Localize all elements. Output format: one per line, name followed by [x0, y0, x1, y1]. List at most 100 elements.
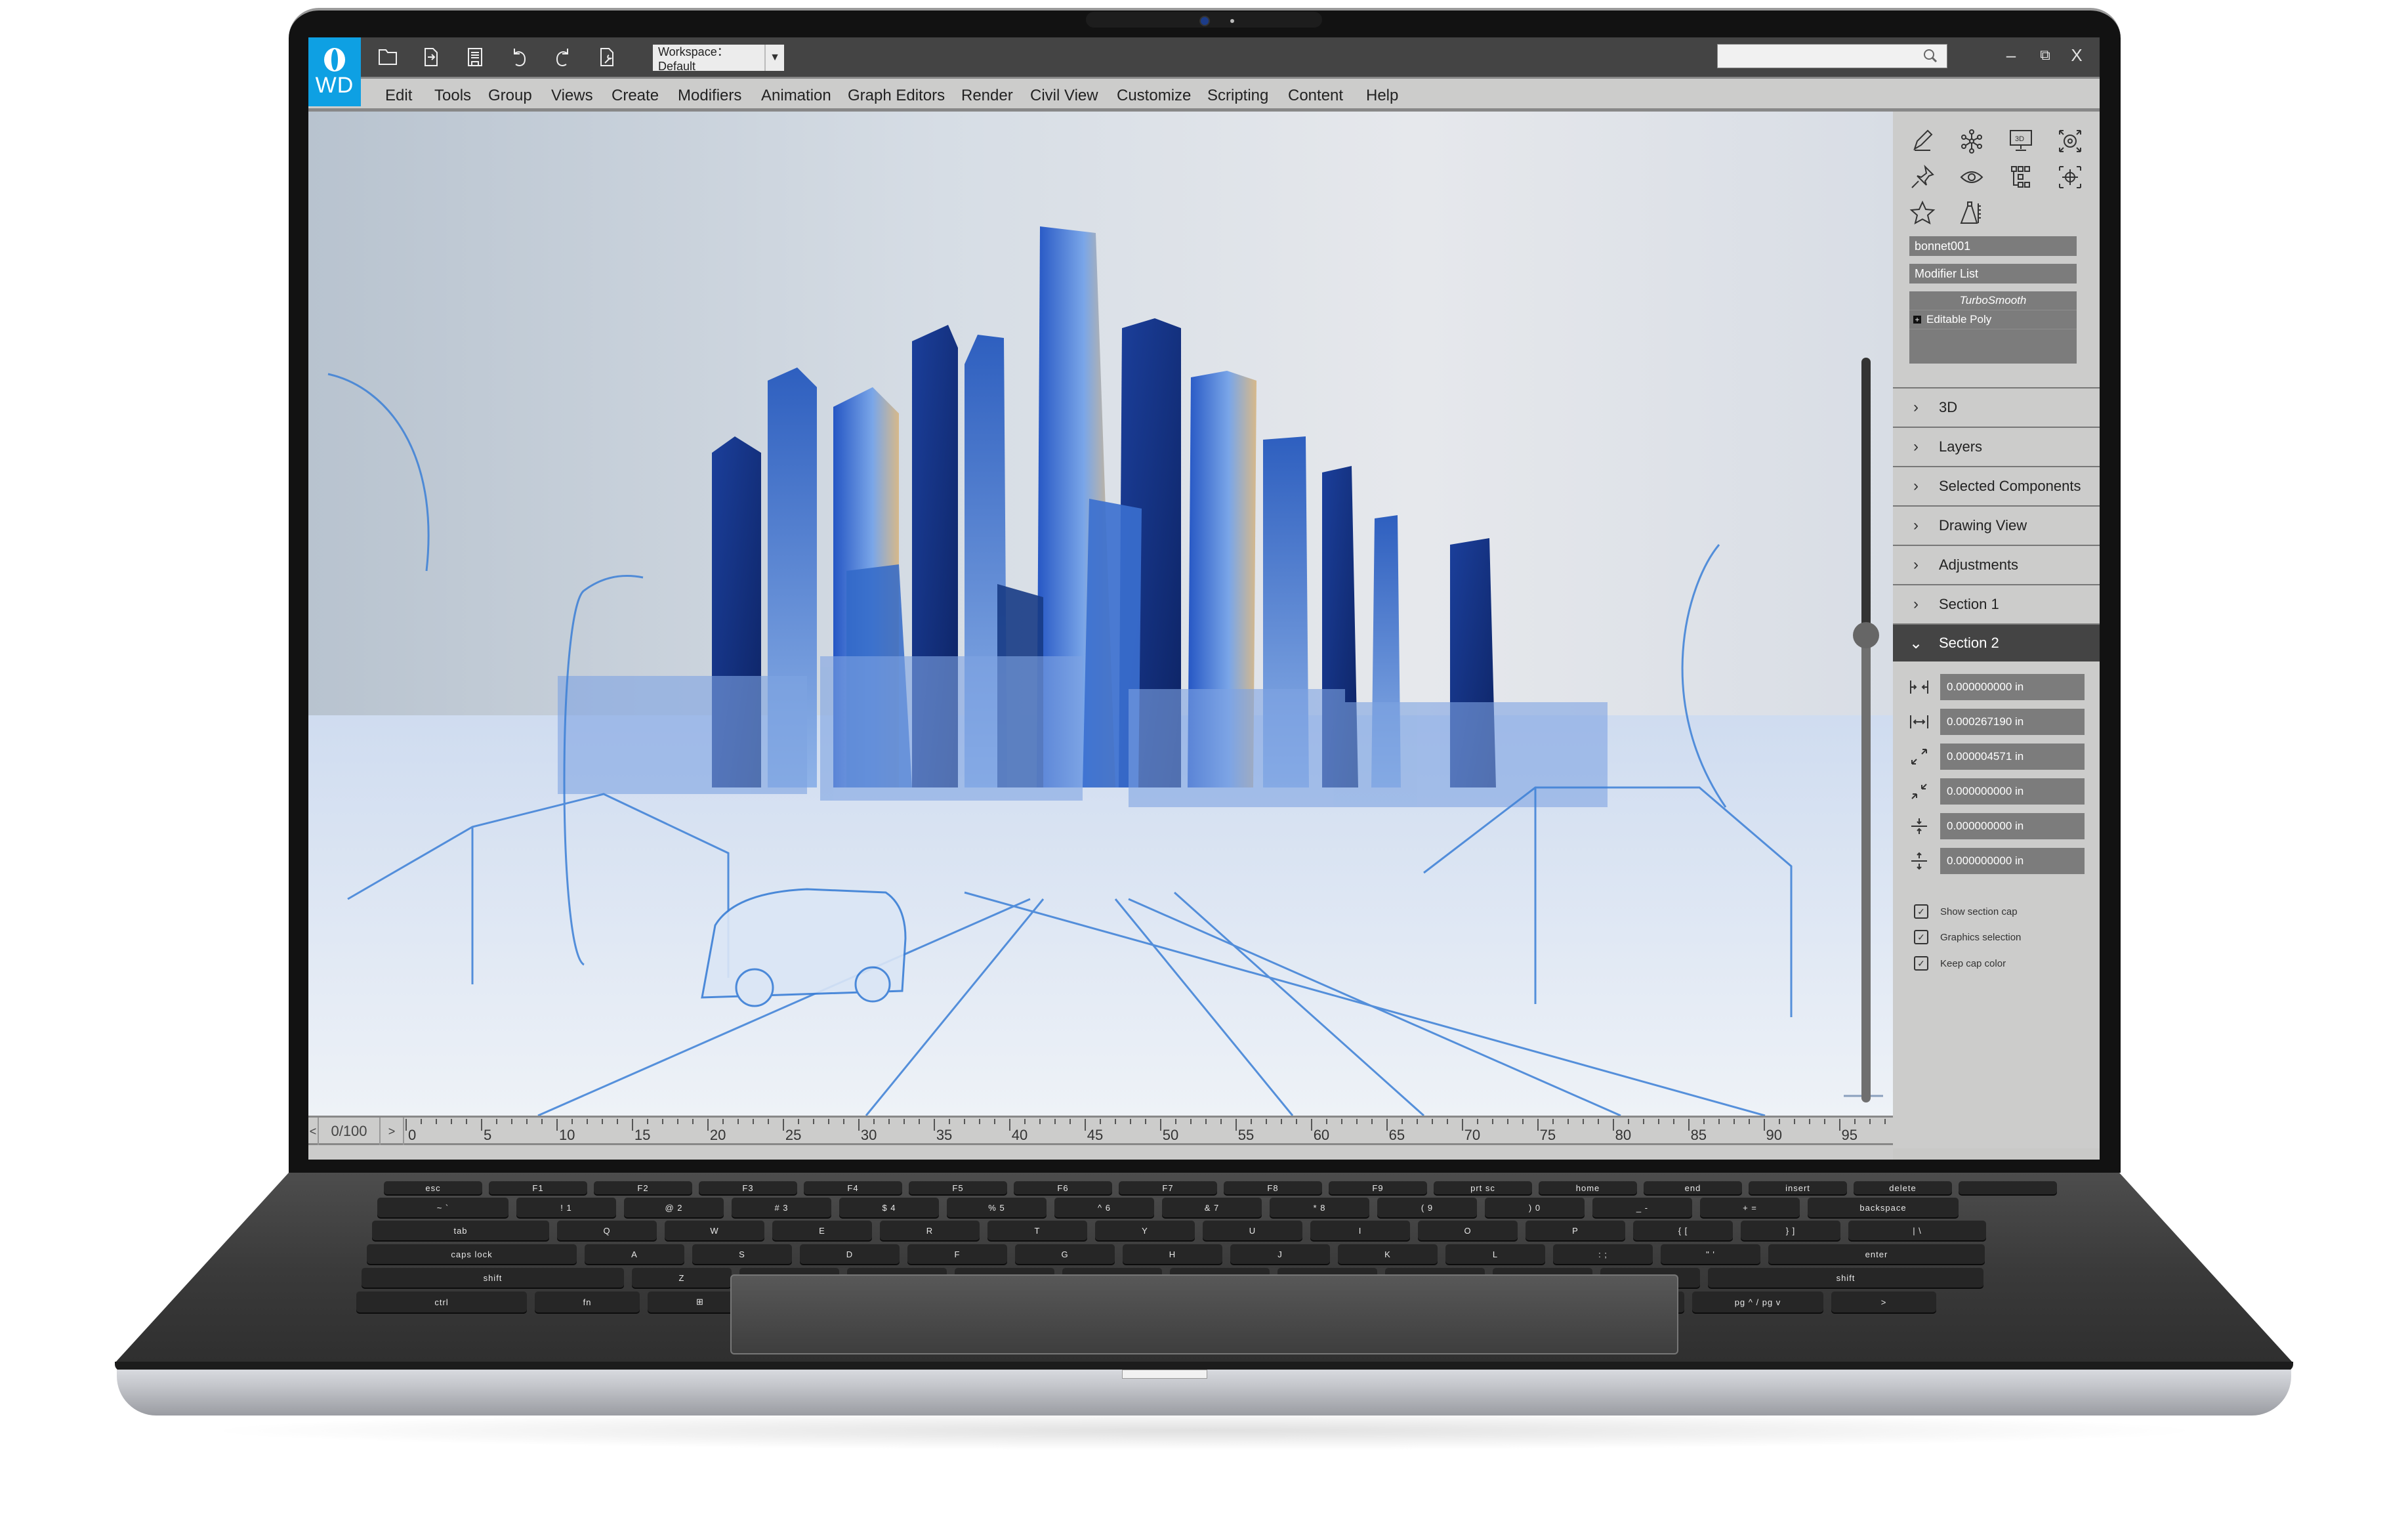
keyboard-key[interactable]: { [ [1633, 1221, 1733, 1240]
checkbox-checked-icon[interactable]: ✓ [1914, 956, 1928, 971]
menu-help[interactable]: Help [1366, 87, 1398, 105]
section-collapse-field[interactable]: 0.000000000 in [1940, 778, 2085, 805]
keyboard-key[interactable]: > [1831, 1291, 1936, 1312]
keyboard-key[interactable]: U [1203, 1221, 1302, 1240]
keyboard-key[interactable]: | \ [1848, 1221, 1986, 1240]
keyboard-key[interactable]: pg ^ / pg v [1692, 1291, 1823, 1312]
menu-views[interactable]: Views [551, 87, 593, 105]
keyboard-key[interactable]: delete [1854, 1181, 1952, 1194]
keyboard-key[interactable]: & 7 [1162, 1198, 1262, 1217]
checkbox-graphics-selection[interactable]: ✓ Graphics selection [1914, 930, 2021, 944]
viewport-scrollbar-track-lower[interactable] [1861, 637, 1871, 1102]
keyboard-key[interactable]: prt sc [1434, 1181, 1532, 1194]
menu-graph-editors[interactable]: Graph Editors [848, 87, 945, 105]
keyboard-key[interactable]: shift [362, 1268, 624, 1288]
keyboard-key[interactable]: ) 0 [1485, 1198, 1585, 1217]
star-icon[interactable] [1909, 199, 1936, 226]
workspace-dropdown[interactable]: Workspace：Default ▼ [653, 45, 784, 73]
keyboard-key[interactable]: O [1418, 1221, 1518, 1240]
modifier-turbosmooth[interactable]: TurboSmooth [1909, 291, 2077, 310]
search-input[interactable] [1717, 44, 1947, 68]
keyboard-key[interactable]: F1 [489, 1181, 587, 1194]
accordion-layers[interactable]: › Layers [1893, 427, 2100, 466]
expand-plus-icon[interactable]: + [1913, 316, 1921, 324]
3d-monitor-icon[interactable]: 3D [2008, 128, 2034, 154]
chevron-down-icon[interactable]: ▼ [764, 45, 784, 71]
keyboard-key[interactable]: ( 9 [1377, 1198, 1477, 1217]
menu-tools[interactable]: Tools [434, 87, 471, 105]
keyboard-key[interactable]: tab [372, 1221, 549, 1240]
modifier-list-dropdown[interactable]: Modifier List [1909, 264, 2077, 283]
accordion-drawing-view[interactable]: › Drawing View [1893, 505, 2100, 545]
section-offset-field[interactable]: 0.000000000 in [1940, 674, 2085, 700]
menu-animation[interactable]: Animation [761, 87, 831, 105]
accordion-3d[interactable]: › 3D [1893, 387, 2100, 427]
menu-group[interactable]: Group [488, 87, 532, 105]
keyboard-key[interactable]: L [1445, 1244, 1545, 1264]
keyboard-key[interactable]: E [772, 1221, 872, 1240]
keyboard-key[interactable]: Y [1095, 1221, 1195, 1240]
object-name-field[interactable]: bonnet001 [1909, 236, 2077, 256]
folder-icon[interactable] [375, 45, 400, 70]
close-button[interactable]: X [2067, 45, 2086, 65]
keyboard-key[interactable]: insert [1749, 1181, 1847, 1194]
accordion-adjustments[interactable]: › Adjustments [1893, 545, 2100, 584]
menu-content[interactable]: Content [1288, 87, 1343, 105]
trackpad[interactable] [730, 1274, 1678, 1354]
keyboard-key[interactable]: shift [1708, 1268, 1983, 1288]
keyboard-key[interactable]: J [1230, 1244, 1330, 1264]
keyboard-key[interactable]: F6 [1014, 1181, 1112, 1194]
eye-icon[interactable] [1959, 164, 1985, 190]
pin-icon[interactable] [1909, 164, 1936, 190]
keyboard-key[interactable]: F2 [594, 1181, 692, 1194]
accordion-selected-components[interactable]: › Selected Components [1893, 466, 2100, 505]
section-width-field[interactable]: 0.000267190 in [1940, 709, 2085, 735]
keyboard-key[interactable]: K [1338, 1244, 1438, 1264]
keyboard-key[interactable]: ! 1 [516, 1198, 616, 1217]
measure-weight-icon[interactable] [1959, 199, 1985, 226]
accordion-section-2[interactable]: ⌄ Section 2 [1893, 623, 2100, 661]
timeline-next-button[interactable]: > [381, 1118, 404, 1145]
menu-create[interactable]: Create [612, 87, 659, 105]
keyboard-key[interactable]: end [1644, 1181, 1742, 1194]
mesh-network-icon[interactable] [1959, 128, 1985, 154]
keyboard-key[interactable]: T [987, 1221, 1087, 1240]
checkbox-show-section-cap[interactable]: ✓ Show section cap [1914, 904, 2018, 919]
checkbox-checked-icon[interactable]: ✓ [1914, 930, 1928, 944]
menu-modifiers[interactable]: Modifiers [678, 87, 741, 105]
keyboard-key[interactable]: backspace [1808, 1198, 1959, 1217]
focus-target-icon[interactable] [2057, 128, 2083, 154]
keyboard-key[interactable]: ^ 6 [1054, 1198, 1154, 1217]
section-top-field[interactable]: 0.000000000 in [1940, 813, 2085, 839]
keyboard-key[interactable]: % 5 [947, 1198, 1047, 1217]
checkbox-checked-icon[interactable]: ✓ [1914, 904, 1928, 919]
modifier-editable-poly[interactable]: + Editable Poly [1909, 310, 2077, 329]
keyboard-key[interactable]: + = [1700, 1198, 1800, 1217]
keyboard-key[interactable]: _ - [1592, 1198, 1692, 1217]
menu-customize[interactable]: Customize [1117, 87, 1191, 105]
crosshair-icon[interactable] [2057, 164, 2083, 190]
keyboard-key[interactable]: # 3 [732, 1198, 831, 1217]
search-icon[interactable] [1923, 49, 1939, 64]
keyboard-key[interactable]: ~ ` [377, 1198, 509, 1217]
keyboard-key[interactable]: F5 [909, 1181, 1007, 1194]
undo-icon[interactable] [507, 45, 531, 70]
redo-icon[interactable] [550, 45, 575, 70]
keyboard-key[interactable]: caps lock [367, 1244, 577, 1264]
keyboard-key[interactable]: R [880, 1221, 980, 1240]
keyboard-key[interactable]: home [1539, 1181, 1637, 1194]
section-expand-field[interactable]: 0.000004571 in [1940, 744, 2085, 770]
menu-civil-view[interactable]: Civil View [1030, 87, 1098, 105]
3d-viewport[interactable] [308, 112, 1893, 1116]
section-bottom-field[interactable]: 0.000000000 in [1940, 848, 2085, 874]
keyboard-key[interactable]: F9 [1329, 1181, 1427, 1194]
keyboard-key[interactable]: F7 [1119, 1181, 1217, 1194]
keyboard-key[interactable]: Q [557, 1221, 657, 1240]
keyboard-key[interactable]: F [907, 1244, 1007, 1264]
keyboard-key[interactable]: A [585, 1244, 684, 1264]
keyboard-key[interactable]: F3 [699, 1181, 797, 1194]
viewport-scrollbar-track-upper[interactable] [1861, 358, 1871, 637]
timeline-frame-counter[interactable]: 0/100 [318, 1118, 381, 1145]
keyboard-key[interactable]: ctrl [356, 1291, 527, 1312]
menu-scripting[interactable]: Scripting [1207, 87, 1268, 105]
